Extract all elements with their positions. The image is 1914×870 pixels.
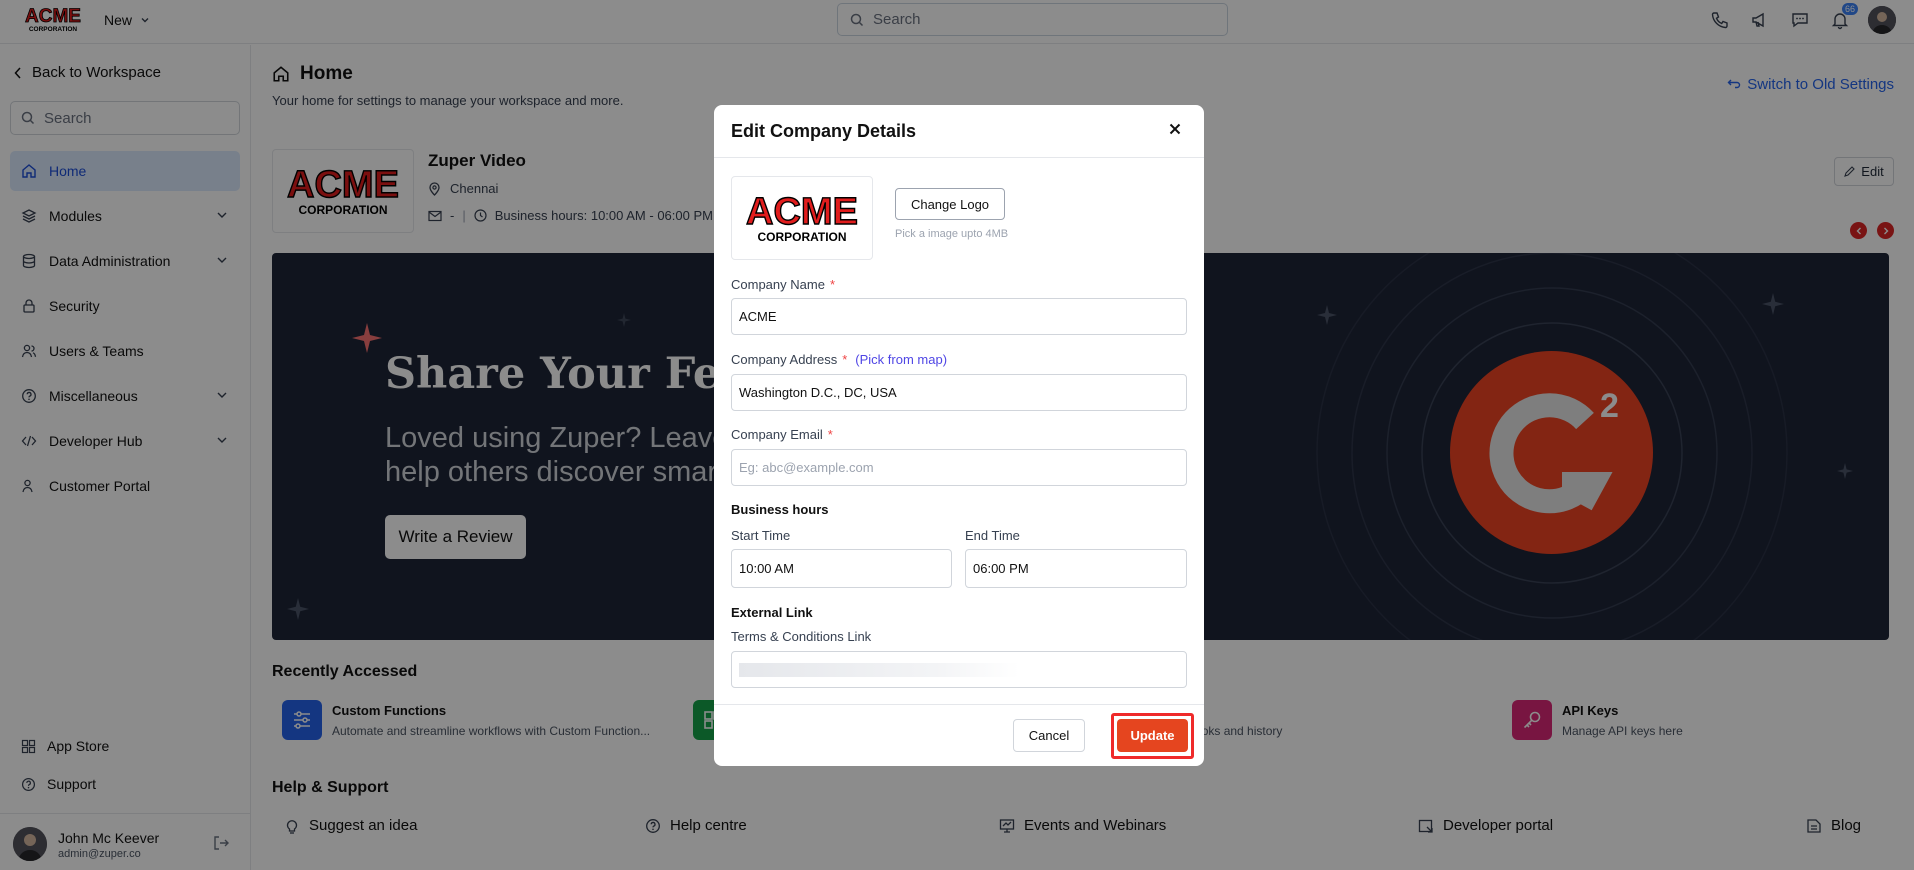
blurred-value [739, 662, 1019, 677]
company-email-input[interactable]: Eg: abc@example.com [731, 449, 1187, 486]
start-time-input[interactable]: 10:00 AM [731, 549, 952, 588]
company-logo-preview: ACME CORPORATION [731, 176, 873, 260]
company-email-label-text: Company Email [731, 427, 823, 442]
svg-text:ACME: ACME [746, 191, 858, 233]
start-time-label: Start Time [731, 528, 791, 543]
logo-hint: Pick a image upto 4MB [895, 228, 1009, 240]
modal-footer: Cancel Update [714, 704, 1204, 766]
edit-company-modal: Edit Company Details ACME CORPORATION Cha… [714, 105, 1204, 766]
modal-title: Edit Company Details [731, 120, 917, 141]
modal-header: Edit Company Details [714, 105, 1204, 158]
external-link-heading: External Link [731, 605, 813, 620]
company-name-label-text: Company Name [731, 277, 825, 292]
required-marker: * [829, 277, 835, 292]
end-time-label: End Time [965, 528, 1020, 543]
update-button[interactable]: Update [1117, 719, 1188, 752]
company-address-label: Company Address * (Pick from map) [731, 352, 947, 367]
required-marker: * [842, 352, 848, 367]
company-name-input[interactable]: ACME [731, 298, 1187, 335]
close-icon[interactable] [1168, 122, 1182, 136]
terms-link-label: Terms & Conditions Link [731, 629, 872, 644]
required-marker: * [827, 427, 833, 442]
company-name-label: Company Name * [731, 277, 835, 292]
svg-text:CORPORATION: CORPORATION [757, 230, 846, 244]
company-address-label-text: Company Address [731, 352, 838, 367]
update-button-highlight: Update [1111, 713, 1194, 759]
company-email-label: Company Email * [731, 427, 833, 442]
change-logo-button[interactable]: Change Logo [895, 188, 1005, 220]
company-address-input[interactable]: Washington D.C., DC, USA [731, 374, 1187, 411]
pick-from-map-link[interactable]: (Pick from map) [855, 352, 947, 367]
terms-link-input[interactable] [731, 651, 1187, 688]
cancel-button[interactable]: Cancel [1013, 719, 1085, 752]
business-hours-heading: Business hours [731, 502, 829, 517]
end-time-input[interactable]: 06:00 PM [965, 549, 1187, 588]
